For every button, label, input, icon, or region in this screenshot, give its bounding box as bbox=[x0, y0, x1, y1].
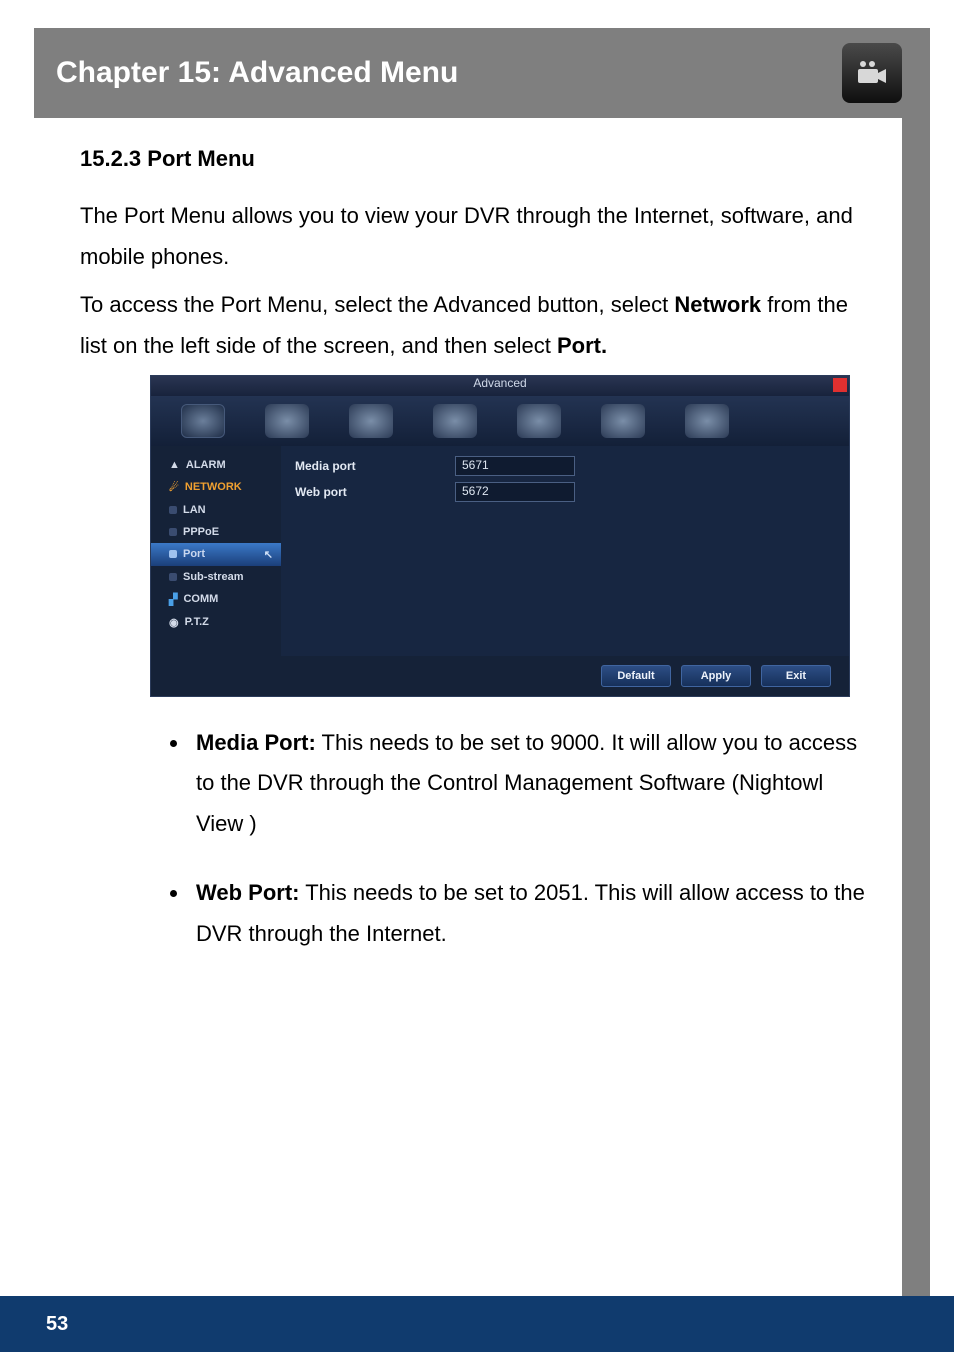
bullet-list: Media Port: This needs to be set to 9000… bbox=[80, 723, 874, 954]
sidebar-item-port[interactable]: Port ↖ bbox=[151, 543, 281, 566]
page-right-stripe bbox=[902, 28, 930, 1352]
para2-text-a: To access the Port Menu, select the Adva… bbox=[80, 292, 674, 317]
field-row-media-port: Media port 5671 bbox=[295, 456, 835, 476]
exit-button[interactable]: Exit bbox=[761, 665, 831, 687]
media-port-input[interactable]: 5671 bbox=[455, 456, 575, 476]
dvr-main-panel: Media port 5671 Web port 5672 bbox=[281, 446, 849, 656]
web-port-input[interactable]: 5672 bbox=[455, 482, 575, 502]
bullet-web-port: Web Port: This needs to be set to 2051. … bbox=[190, 873, 870, 954]
media-port-label: Media port bbox=[295, 459, 455, 473]
dvr-sidebar: ▲ ALARM ☄ NETWORK LAN PPPoE bbox=[151, 446, 281, 656]
sidebar-label-ptz: P.T.Z bbox=[185, 616, 209, 628]
toolbar-maintain-icon[interactable] bbox=[601, 404, 645, 438]
cursor-icon: ↖ bbox=[264, 548, 273, 561]
bullet-icon bbox=[169, 506, 177, 514]
bullet-icon bbox=[169, 528, 177, 536]
bullet1-strong: Media Port: bbox=[196, 730, 316, 755]
dvr-titlebar: Advanced bbox=[151, 376, 849, 396]
close-icon[interactable] bbox=[833, 378, 847, 392]
dvr-title: Advanced bbox=[473, 376, 526, 390]
dvr-screenshot: Advanced ▲ ALARM ☄ bbox=[150, 375, 850, 697]
toolbar-record-icon[interactable] bbox=[265, 404, 309, 438]
bullet2-strong: Web Port: bbox=[196, 880, 299, 905]
chapter-bar: Chapter 15: Advanced Menu bbox=[34, 28, 920, 118]
sidebar-item-comm[interactable]: ▞ COMM bbox=[151, 588, 281, 611]
sidebar-item-pppoe[interactable]: PPPoE bbox=[151, 521, 281, 543]
default-button[interactable]: Default bbox=[601, 665, 671, 687]
sidebar-item-ptz[interactable]: ◉ P.T.Z bbox=[151, 611, 281, 634]
toolbar-info-icon[interactable] bbox=[517, 404, 561, 438]
sidebar-label-pppoe: PPPoE bbox=[183, 526, 219, 538]
bullet-icon bbox=[169, 573, 177, 581]
intro-paragraph-1: The Port Menu allows you to view your DV… bbox=[80, 196, 874, 277]
network-icon: ☄ bbox=[169, 481, 179, 494]
ptz-icon: ◉ bbox=[169, 616, 179, 629]
sidebar-label-comm: COMM bbox=[183, 593, 218, 605]
web-port-label: Web port bbox=[295, 485, 455, 499]
page-number-bar: 53 bbox=[0, 1296, 954, 1352]
comm-icon: ▞ bbox=[169, 593, 177, 606]
section-heading: 15.2.3 Port Menu bbox=[80, 146, 874, 172]
apply-button[interactable]: Apply bbox=[681, 665, 751, 687]
camera-badge-icon bbox=[842, 43, 902, 103]
sidebar-label-network: NETWORK bbox=[185, 481, 242, 493]
sidebar-label-alarm: ALARM bbox=[186, 459, 226, 471]
toolbar-hdd-icon[interactable] bbox=[433, 404, 477, 438]
para2-bold-network: Network bbox=[674, 292, 761, 317]
sidebar-item-alarm[interactable]: ▲ ALARM bbox=[151, 454, 281, 476]
sidebar-item-substream[interactable]: Sub-stream bbox=[151, 566, 281, 588]
toolbar-power-icon[interactable] bbox=[685, 404, 729, 438]
bullet-icon bbox=[169, 550, 177, 558]
intro-paragraph-2: To access the Port Menu, select the Adva… bbox=[80, 285, 874, 366]
sidebar-label-substream: Sub-stream bbox=[183, 571, 244, 583]
sidebar-label-lan: LAN bbox=[183, 504, 206, 516]
field-row-web-port: Web port 5672 bbox=[295, 482, 835, 502]
toolbar-display-icon[interactable] bbox=[181, 404, 225, 438]
dvr-toolbar bbox=[151, 396, 849, 446]
chapter-title: Chapter 15: Advanced Menu bbox=[56, 56, 458, 90]
sidebar-item-lan[interactable]: LAN bbox=[151, 499, 281, 521]
page-number: 53 bbox=[46, 1313, 68, 1336]
para2-bold-port: Port. bbox=[557, 333, 607, 358]
sidebar-label-port: Port bbox=[183, 548, 205, 560]
alarm-icon: ▲ bbox=[169, 459, 180, 471]
sidebar-item-network[interactable]: ☄ NETWORK bbox=[151, 476, 281, 499]
toolbar-search-icon[interactable] bbox=[349, 404, 393, 438]
dvr-footer: Default Apply Exit bbox=[151, 656, 849, 696]
bullet-media-port: Media Port: This needs to be set to 9000… bbox=[190, 723, 870, 845]
